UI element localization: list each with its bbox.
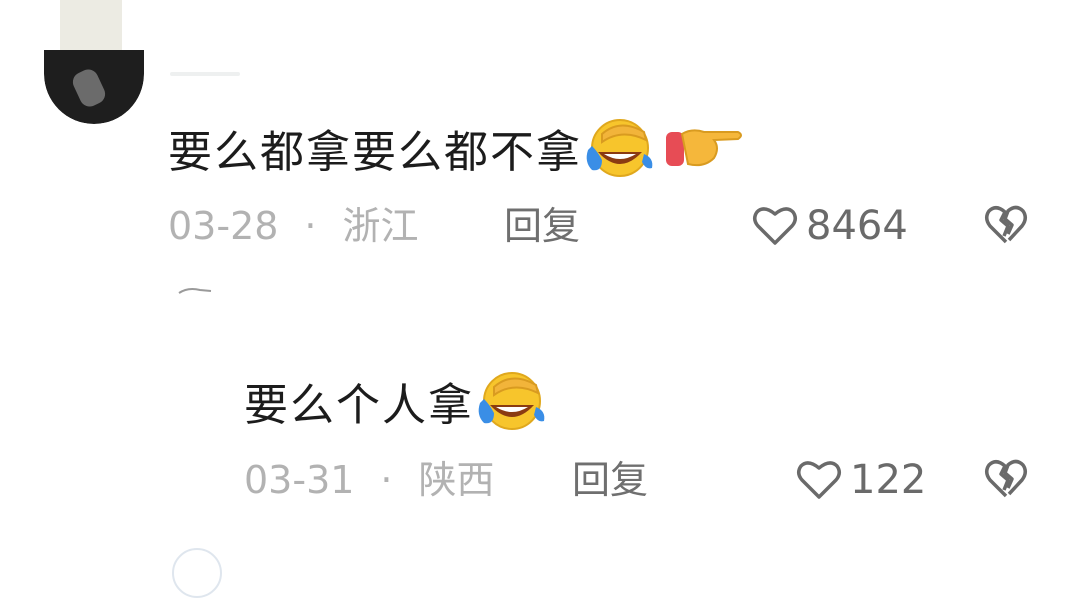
meta-separator: · bbox=[304, 204, 317, 248]
like-button[interactable]: 8464 bbox=[752, 202, 908, 250]
reply-avatar[interactable] bbox=[178, 287, 212, 295]
comment-text: 要么都拿要么都不拿 bbox=[168, 114, 744, 192]
username-placeholder bbox=[170, 72, 240, 76]
like-count: 122 bbox=[850, 457, 927, 503]
broken-heart-icon bbox=[985, 205, 1027, 244]
like-button[interactable]: 122 bbox=[796, 456, 926, 504]
pointing-right-emoji bbox=[664, 118, 744, 188]
facepalm-laugh-emoji bbox=[584, 114, 662, 192]
comment-date: 03-28 bbox=[168, 204, 279, 248]
reply-location: 陕西 bbox=[418, 458, 495, 502]
comment-body: 要么都拿要么都不拿 bbox=[168, 127, 582, 178]
comment-meta: 03-28 · 浙江 bbox=[168, 202, 419, 250]
meta-separator: · bbox=[380, 458, 393, 502]
dislike-button[interactable] bbox=[984, 204, 1028, 250]
reply-comment-text: 要么个人拿 bbox=[244, 367, 554, 445]
reply-date: 03-31 bbox=[244, 458, 355, 502]
reply-button[interactable]: 回复 bbox=[504, 202, 580, 250]
broken-heart-icon bbox=[985, 459, 1027, 498]
heart-icon bbox=[797, 461, 841, 499]
reply-comment-body: 要么个人拿 bbox=[244, 380, 474, 431]
dislike-button[interactable] bbox=[984, 458, 1028, 504]
heart-icon bbox=[753, 207, 797, 245]
avatar[interactable] bbox=[44, 0, 144, 124]
like-count: 8464 bbox=[806, 203, 908, 249]
next-avatar[interactable] bbox=[172, 548, 222, 598]
reply-meta: 03-31 · 陕西 bbox=[244, 456, 495, 504]
reply-button[interactable]: 回复 bbox=[572, 456, 648, 504]
facepalm-laugh-emoji bbox=[476, 367, 554, 445]
comment-location: 浙江 bbox=[342, 204, 419, 248]
